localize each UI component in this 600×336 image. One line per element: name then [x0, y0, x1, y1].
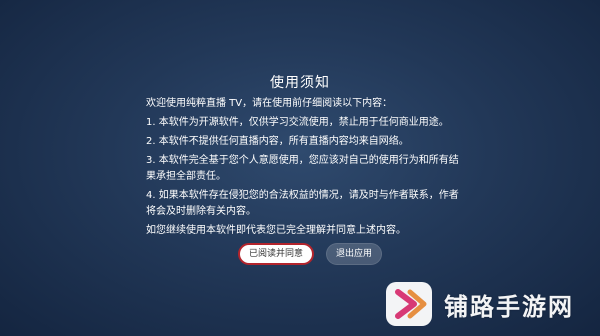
- intro-line: 欢迎使用纯粹直播 TV，请在使用前仔细阅读以下内容：: [146, 98, 393, 109]
- dialog-buttons: 已阅读并同意 退出应用: [0, 243, 600, 265]
- arrow-chevron-logo-icon: [386, 282, 432, 326]
- dialog-body: 欢迎使用纯粹直播 TV，请在使用前仔细阅读以下内容： 1. 本软件为开源软件，仅…: [146, 96, 466, 242]
- notice-item-3: 3. 本软件完全基于您个人意愿使用，您应该对自己的使用行为和所有结果承担全部责任…: [146, 155, 459, 182]
- exit-app-button[interactable]: 退出应用: [326, 243, 383, 265]
- agree-button[interactable]: 已阅读并同意: [237, 243, 314, 265]
- watermark-text: 铺路手游网: [444, 292, 574, 321]
- notice-item-1: 1. 本软件为开源软件，仅供学习交流使用，禁止用于任何商业用途。: [146, 117, 449, 128]
- notice-item-2: 2. 本软件不提供任何直播内容，所有直播内容均来自网络。: [146, 136, 409, 147]
- site-watermark: 铺路手游网: [384, 276, 592, 332]
- dialog-title: 使用须知: [270, 75, 330, 91]
- closing-line: 如您继续使用本软件即代表您已完全理解并同意上述内容。: [146, 225, 406, 236]
- notice-item-4: 4. 如果本软件存在侵犯您的合法权益的情况，请及时与作者联系，作者将会及时删除有…: [146, 190, 459, 217]
